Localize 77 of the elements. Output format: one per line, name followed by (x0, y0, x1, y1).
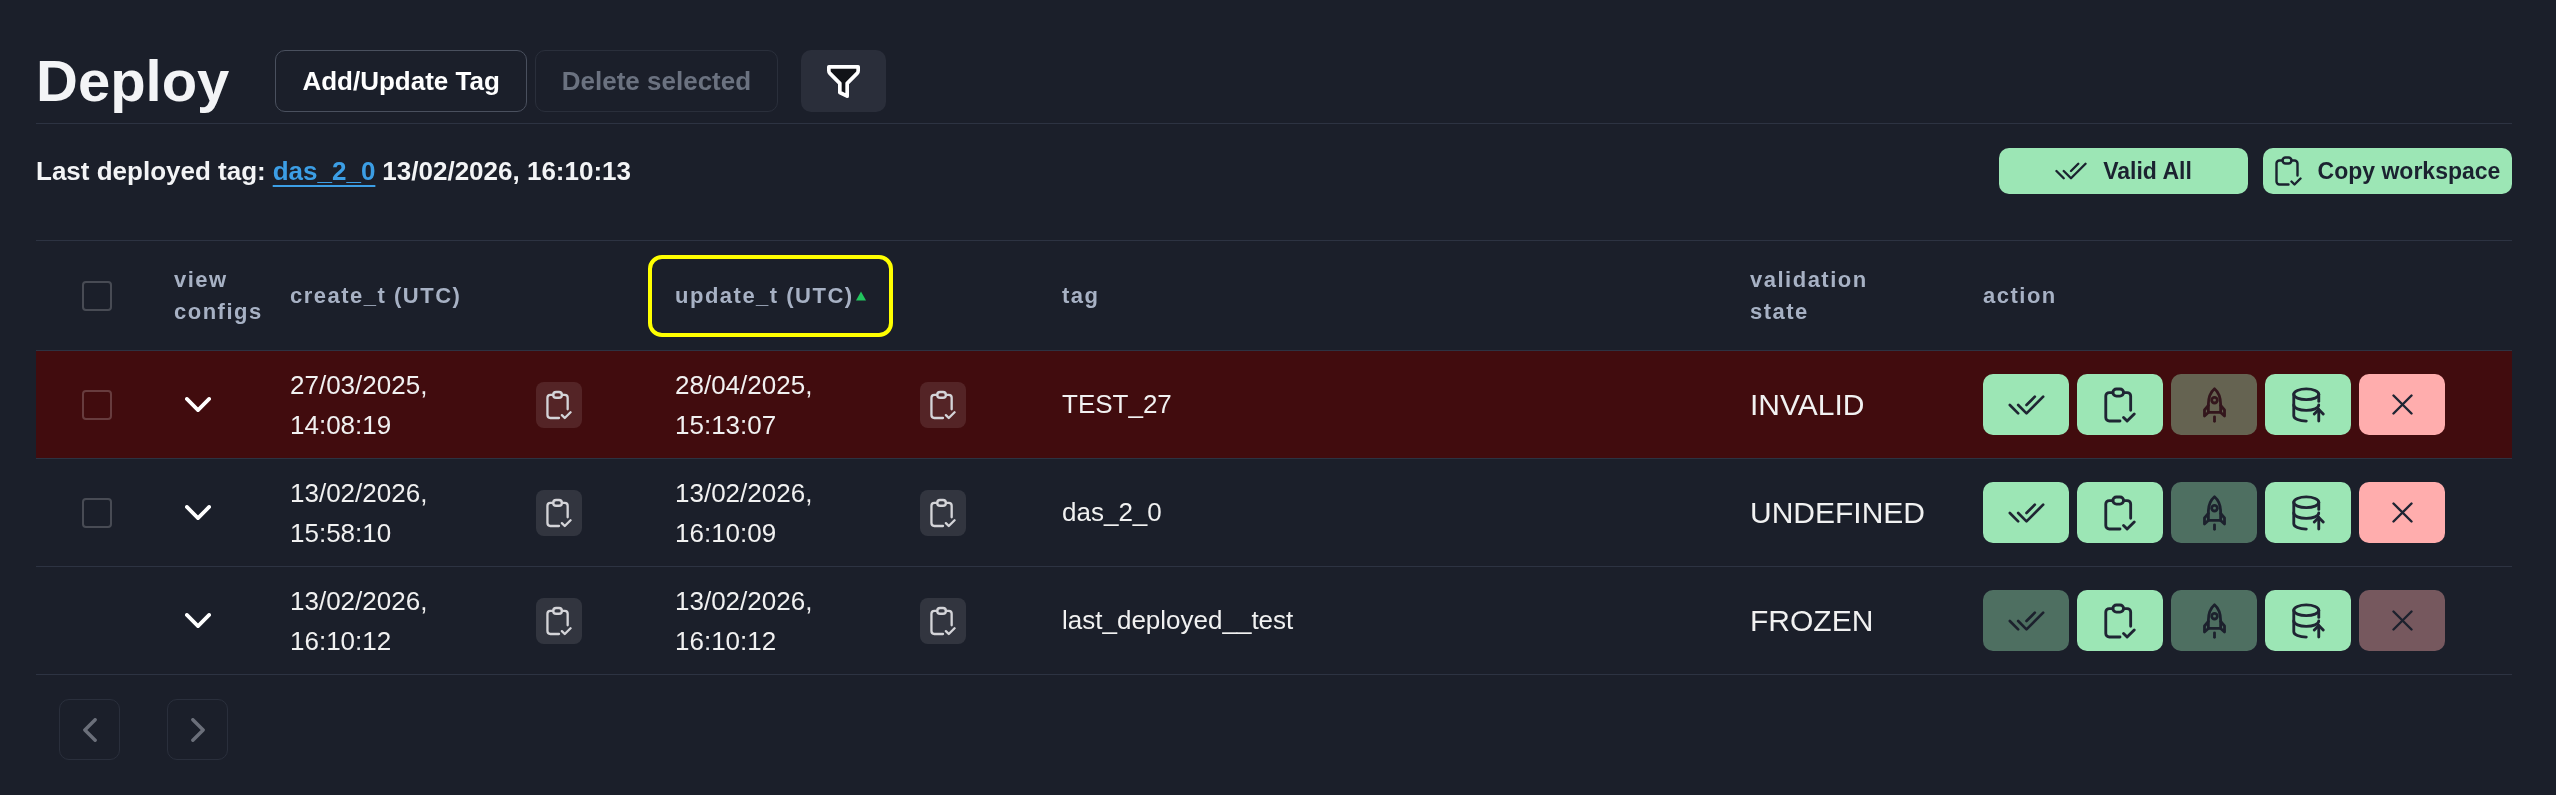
clipboard-check-icon (930, 389, 956, 420)
database-upload-icon (2291, 386, 2325, 423)
checkbox[interactable] (82, 280, 112, 311)
copy-button[interactable] (536, 381, 582, 428)
checkbox[interactable] (82, 389, 112, 420)
validation-state: FROZEN (1750, 604, 1874, 637)
copy-button[interactable] (2077, 374, 2163, 435)
copy-button[interactable] (920, 381, 966, 428)
checkbox[interactable] (82, 497, 112, 528)
clipboard-check-icon (546, 605, 572, 636)
x-icon (2391, 394, 2413, 415)
x-icon (2391, 502, 2413, 523)
column-header: view configs (174, 265, 263, 326)
chevron-down-icon (185, 397, 211, 412)
double-check-icon (2007, 610, 2045, 631)
double-check-icon (2007, 394, 2045, 415)
table-cell-text: 13/02/2026, 16:10:12 (290, 584, 429, 658)
copy-button[interactable] (920, 489, 966, 536)
filter-button[interactable] (801, 50, 887, 112)
clipboard-check-icon (930, 497, 956, 528)
copy-button[interactable] (536, 597, 582, 644)
column-header: validation state (1750, 265, 1868, 326)
rocket-icon (2202, 494, 2226, 531)
double-check-icon (2055, 162, 2088, 180)
sort-ascending-icon (855, 290, 866, 301)
upload-button[interactable] (2265, 374, 2351, 435)
clipboard-check-icon (2104, 386, 2136, 423)
clipboard-check-icon (2274, 156, 2302, 186)
table-cell-text: 13/02/2026, 15:58:10 (290, 476, 429, 550)
database-upload-icon (2291, 494, 2325, 531)
validate-button[interactable] (1983, 482, 2069, 543)
copy-button[interactable] (2077, 482, 2163, 543)
validation-state: UNDEFINED (1750, 496, 1925, 529)
rocket-icon (2202, 602, 2226, 639)
copy-button[interactable] (2077, 590, 2163, 651)
tag-link[interactable]: das_2_0 (272, 151, 376, 191)
copy-button[interactable] (920, 597, 966, 644)
copy-button[interactable] (536, 489, 582, 536)
clipboard-check-icon (930, 605, 956, 636)
chevron-left-icon (82, 717, 97, 742)
validate-button[interactable] (1983, 374, 2069, 435)
table-cell-text: 27/03/2025, 14:08:19 (290, 368, 429, 442)
filter-icon (827, 64, 861, 98)
column-header: action (1983, 281, 2057, 310)
validation-state: INVALID (1750, 388, 1865, 421)
database-upload-icon (2291, 602, 2325, 639)
deployed-time: 13/02/2026, 16:10:13 (382, 154, 631, 188)
upload-button[interactable] (2265, 482, 2351, 543)
double-check-icon (2007, 502, 2045, 523)
valid-all-button[interactable]: Valid All (1999, 148, 2248, 194)
table-cell-text: 13/02/2026, 16:10:09 (675, 476, 814, 550)
expand-button[interactable] (185, 397, 211, 412)
table-cell-text: 28/04/2025, 15:13:07 (675, 368, 814, 442)
delete-button[interactable] (2359, 374, 2445, 435)
chevron-right-icon (190, 717, 205, 742)
chevron-down-icon (185, 613, 211, 628)
expand-button[interactable] (185, 505, 211, 520)
rocket-icon (2202, 386, 2226, 423)
column-header[interactable]: update_t (UTC) (648, 254, 893, 337)
expand-button[interactable] (185, 613, 211, 628)
table-cell: das_2_0 (1062, 497, 1162, 527)
upload-button[interactable] (2265, 590, 2351, 651)
clipboard-check-icon (2104, 602, 2136, 639)
table-cell: TEST_27 (1062, 389, 1172, 419)
column-header: tag (1062, 281, 1100, 310)
column-header[interactable]: create_t (UTC) (263, 254, 489, 337)
clipboard-check-icon (546, 389, 572, 420)
x-icon (2391, 610, 2413, 631)
clipboard-check-icon (2104, 494, 2136, 531)
copy-workspace-button[interactable]: Copy workspace (2263, 148, 2512, 194)
table-cell: last_deployed__test (1062, 605, 1294, 635)
last-deployed-label: Last deployed tag: (36, 154, 266, 188)
chevron-down-icon (185, 505, 211, 520)
clipboard-check-icon (546, 497, 572, 528)
table-cell-text: 13/02/2026, 16:10:12 (675, 584, 814, 658)
delete-button[interactable] (2359, 482, 2445, 543)
toolbar-button[interactable]: Add/Update Tag (275, 50, 527, 112)
